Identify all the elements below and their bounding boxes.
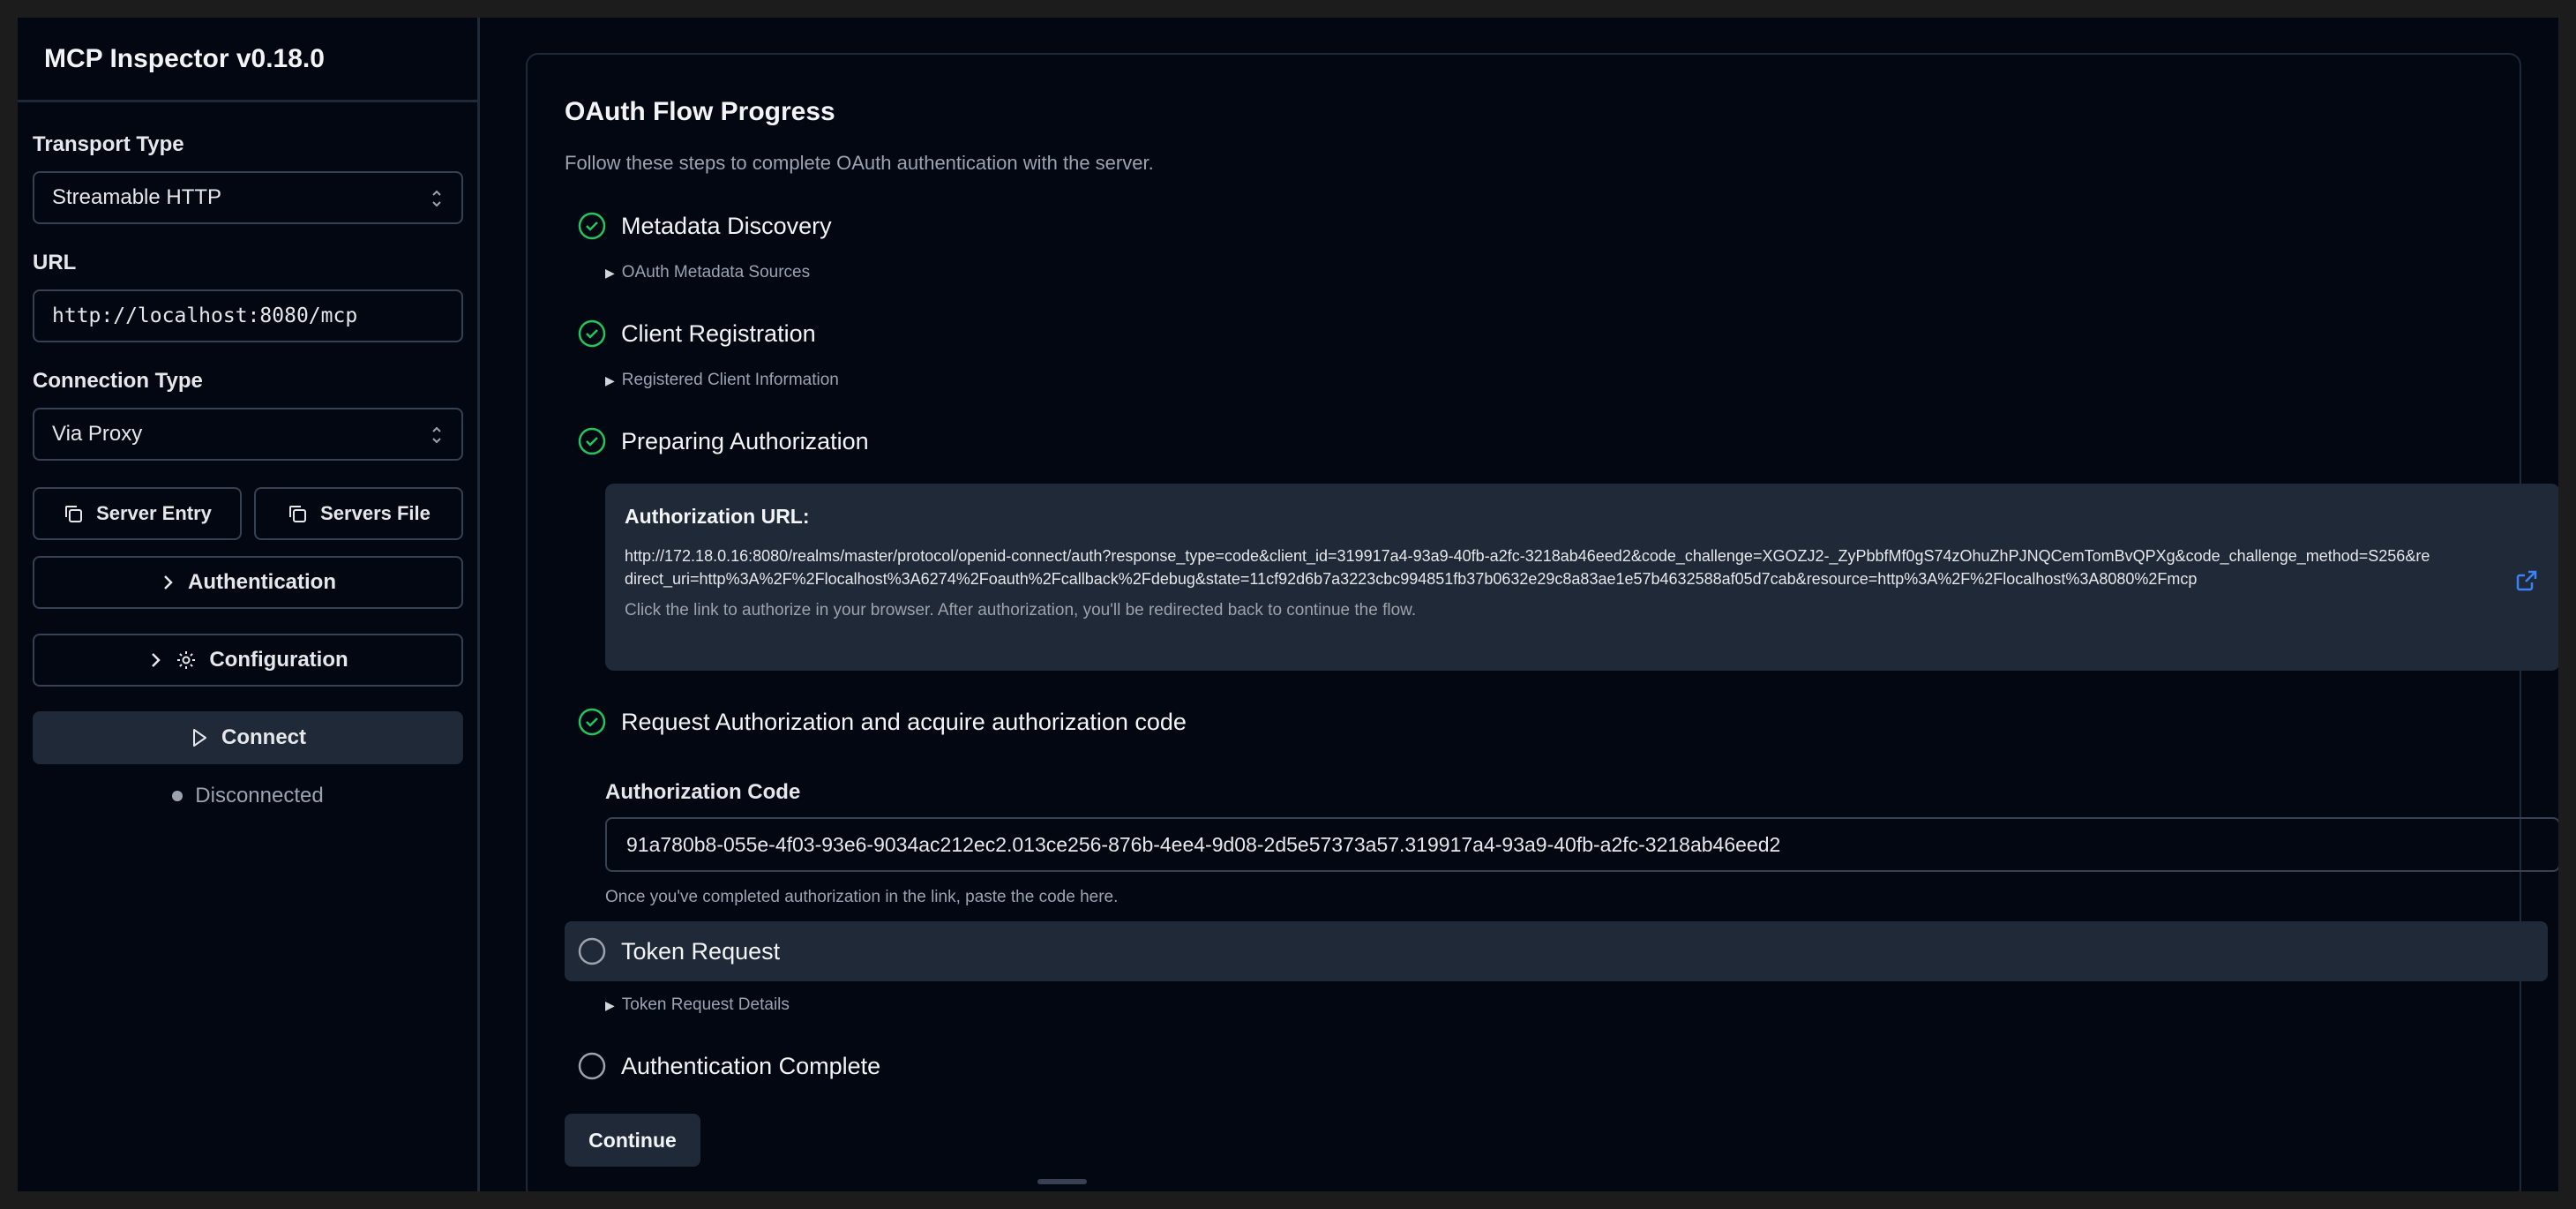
empty-circle-icon: [578, 1052, 606, 1080]
connection-type-label: Connection Type: [33, 369, 203, 393]
app-title: MCP Inspector v0.18.0: [18, 18, 477, 102]
servers-file-button[interactable]: Servers File: [254, 487, 463, 540]
step-authentication-complete: Authentication Complete: [565, 1048, 2484, 1084]
step-label: Token Request: [621, 937, 781, 965]
oauth-metadata-sources-toggle[interactable]: ▶ OAuth Metadata Sources: [605, 263, 2484, 282]
server-entry-button[interactable]: Server Entry: [33, 487, 242, 540]
check-circle-icon: [578, 319, 606, 348]
transport-type-select[interactable]: Streamable HTTP: [33, 171, 463, 224]
authorization-url-link[interactable]: http://172.18.0.16:8080/realms/master/pr…: [625, 544, 2433, 590]
authorization-code-input[interactable]: 91a780b8-055e-4f03-93e6-9034ac212ec2.013…: [605, 817, 2558, 872]
gear-icon: [177, 651, 196, 669]
chevron-right-icon: [164, 575, 173, 589]
authorization-code-label: Authorization Code: [605, 780, 801, 804]
step-label: Authentication Complete: [621, 1052, 881, 1079]
step-client-registration: Client Registration: [565, 316, 2484, 351]
status-text: Disconnected: [195, 784, 324, 807]
step-label: Client Registration: [621, 319, 816, 347]
panel-resize-handle[interactable]: [1037, 1179, 1087, 1184]
play-icon: [193, 729, 206, 747]
check-circle-icon: [578, 427, 606, 455]
connection-status: Disconnected: [33, 784, 463, 808]
chevron-updown-icon: [432, 426, 441, 444]
authorization-url-hint: Click the link to authorize in your brow…: [625, 601, 1417, 620]
server-entry-label: Server Entry: [96, 502, 212, 524]
step-label: Request Authorization and acquire author…: [621, 708, 1187, 735]
step-label: Metadata Discovery: [621, 212, 832, 239]
transport-type-label: Transport Type: [33, 132, 184, 156]
check-circle-icon: [578, 212, 606, 240]
details-label: OAuth Metadata Sources: [621, 263, 811, 282]
step-preparing-authorization: Preparing Authorization: [565, 424, 2484, 459]
connection-type-select[interactable]: Via Proxy: [33, 408, 463, 461]
registered-client-info-toggle[interactable]: ▶ Registered Client Information: [605, 371, 2484, 390]
step-label: Preparing Authorization: [621, 427, 869, 454]
token-request-details-toggle[interactable]: ▶ Token Request Details: [605, 995, 2484, 1015]
disclosure-triangle-icon: ▶: [605, 372, 615, 387]
details-label: Token Request Details: [621, 995, 790, 1014]
servers-file-label: Servers File: [320, 502, 431, 524]
oauth-flow-description: Follow these steps to complete OAuth aut…: [565, 152, 1154, 174]
authorization-url-box: Authorization URL: http://172.18.0.16:80…: [605, 484, 2558, 671]
url-label: URL: [33, 251, 77, 274]
authentication-toggle[interactable]: Authentication: [33, 556, 463, 609]
check-circle-icon: [578, 708, 606, 736]
oauth-flow-card: OAuth Flow Progress Follow these steps t…: [526, 53, 2558, 1191]
oauth-flow-title: OAuth Flow Progress: [565, 97, 835, 126]
configuration-label: Configuration: [209, 648, 348, 672]
connect-label: Connect: [221, 725, 306, 749]
copy-icon: [65, 506, 83, 522]
connect-button[interactable]: Connect: [33, 711, 463, 764]
copy-icon: [289, 506, 307, 522]
authorization-code-hint: Once you've completed authorization in t…: [605, 888, 1119, 906]
connection-type-value: Via Proxy: [52, 422, 143, 446]
disclosure-triangle-icon: ▶: [605, 265, 615, 280]
step-token-request: Token Request: [565, 921, 2548, 981]
details-label: Registered Client Information: [621, 371, 839, 389]
continue-button[interactable]: Continue: [565, 1114, 700, 1167]
step-metadata-discovery: Metadata Discovery: [565, 208, 2484, 244]
configuration-toggle[interactable]: Configuration: [33, 634, 463, 687]
transport-type-value: Streamable HTTP: [52, 185, 222, 209]
sidebar: MCP Inspector v0.18.0 Transport Type Str…: [18, 18, 480, 1191]
authorization-url-title: Authorization URL:: [625, 505, 810, 528]
main-panel: OAuth Flow Progress Follow these steps t…: [480, 18, 2558, 1191]
authentication-label: Authentication: [188, 570, 336, 594]
chevron-right-icon: [152, 653, 161, 667]
external-link-icon[interactable]: [2514, 568, 2539, 593]
chevron-updown-icon: [432, 190, 441, 207]
status-dot: [172, 791, 183, 801]
url-input[interactable]: http://localhost:8080/mcp: [33, 289, 463, 342]
app-window: MCP Inspector v0.18.0 Transport Type Str…: [18, 18, 2558, 1191]
step-request-authorization: Request Authorization and acquire author…: [565, 704, 2484, 740]
empty-circle-icon: [578, 937, 606, 965]
disclosure-triangle-icon: ▶: [605, 997, 615, 1012]
